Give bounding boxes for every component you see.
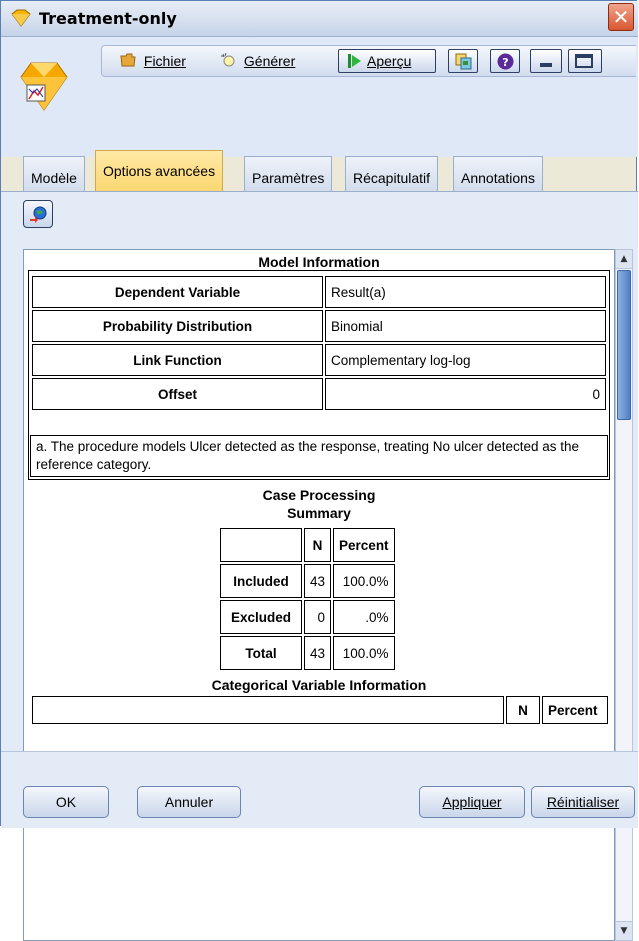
table-row: Excluded 0 .0% xyxy=(220,600,395,634)
model-gem-icon xyxy=(19,59,69,111)
minimize-button[interactable] xyxy=(530,49,562,73)
column-header: N xyxy=(304,528,332,562)
model-nugget-icon xyxy=(11,9,31,27)
apply-button[interactable]: Appliquer xyxy=(419,786,525,818)
model-info-label: Link Function xyxy=(32,344,323,376)
cell-percent: 100.0% xyxy=(333,636,395,670)
column-header: Percent xyxy=(542,696,608,724)
tab-model[interactable]: Modèle xyxy=(23,156,85,192)
tab-summary[interactable]: Récapitulatif xyxy=(345,156,439,192)
maximize-button[interactable] xyxy=(568,49,602,73)
case-processing-title-line2: Summary xyxy=(287,505,351,521)
model-info-value: Complementary log-log xyxy=(325,344,606,376)
tab-advanced-options[interactable]: Options avancées xyxy=(95,150,224,192)
categorical-info-title: Categorical Variable Information xyxy=(211,677,427,693)
model-info-table: Dependent Variable Result(a) Probability… xyxy=(30,274,608,412)
folder-icon xyxy=(120,52,136,71)
row-label: Total xyxy=(220,636,302,670)
tab-parameters[interactable]: Paramètres xyxy=(244,156,333,192)
model-info-label: Dependent Variable xyxy=(32,276,323,308)
case-processing-title-line1: Case Processing xyxy=(262,487,376,503)
header-corner xyxy=(32,696,504,724)
generate-menu-label: Générer xyxy=(243,53,296,69)
table-row: Offset 0 xyxy=(32,378,606,410)
file-menu-label: Fichier xyxy=(143,53,186,69)
cell-n: 43 xyxy=(304,636,332,670)
output-viewer[interactable]: Model Information Dependent Variable Res… xyxy=(23,249,615,941)
ok-button[interactable]: OK xyxy=(23,786,109,818)
scroll-down-arrow-icon[interactable]: ▼ xyxy=(616,921,632,940)
reset-button[interactable]: Réinitialiser xyxy=(531,786,635,818)
categorical-info-table: N Percent xyxy=(30,694,610,726)
window-title: Treatment-only xyxy=(39,9,177,28)
column-header: N xyxy=(506,696,540,724)
scroll-up-arrow-icon[interactable]: ▲ xyxy=(616,250,632,269)
cancel-button[interactable]: Annuler xyxy=(137,786,241,818)
cell-n: 0 xyxy=(304,600,332,634)
table-row: Dependent Variable Result(a) xyxy=(32,276,606,308)
minimize-icon xyxy=(540,63,552,67)
preview-button-label: Aperçu xyxy=(367,53,412,69)
toolbar: Fichier Générer Aperçu ? xyxy=(101,45,636,77)
model-info-footnote: a. The procedure models Ulcer detected a… xyxy=(30,435,608,477)
model-info-title: Model Information xyxy=(258,254,380,270)
tab-annotations[interactable]: Annotations xyxy=(453,156,543,192)
model-info-label: Probability Distribution xyxy=(32,310,323,342)
launch-output-button[interactable] xyxy=(23,200,53,228)
cell-percent: 100.0% xyxy=(333,564,395,598)
row-label: Excluded xyxy=(220,600,302,634)
table-row: Link Function Complementary log-log xyxy=(32,344,606,376)
help-icon: ? xyxy=(497,53,514,74)
table-row: Total 43 100.0% xyxy=(220,636,395,670)
generate-menu[interactable]: Générer xyxy=(220,52,295,71)
help-button[interactable]: ? xyxy=(490,49,520,73)
dialog-footer: OK Annuler Appliquer Réinitialiser xyxy=(1,751,638,828)
globe-icon xyxy=(29,205,47,227)
scroll-thumb[interactable] xyxy=(617,270,631,420)
cell-percent: .0% xyxy=(333,600,395,634)
file-menu[interactable]: Fichier xyxy=(120,52,186,71)
maximize-icon xyxy=(575,54,593,68)
play-icon xyxy=(348,54,362,72)
copy-button[interactable] xyxy=(448,49,478,73)
row-label: Included xyxy=(220,564,302,598)
header-area: Fichier Générer Aperçu ? xyxy=(1,37,638,157)
model-info-value: Binomial xyxy=(325,310,606,342)
title-bar[interactable]: Treatment-only ✕ xyxy=(1,1,638,37)
case-processing-title: Case Processing Summary xyxy=(24,486,614,522)
table-row: Probability Distribution Binomial xyxy=(32,310,606,342)
model-info-label: Offset xyxy=(32,378,323,410)
copy-icon xyxy=(455,53,472,74)
case-processing-table: N Percent Included 43 100.0% Excluded 0 … xyxy=(218,526,397,672)
close-button[interactable]: ✕ xyxy=(608,3,634,31)
table-row: Included 43 100.0% xyxy=(220,564,395,598)
preview-button[interactable]: Aperçu xyxy=(338,49,436,73)
header-corner xyxy=(220,528,302,562)
model-info-value: Result(a) xyxy=(325,276,606,308)
model-info-value: 0 xyxy=(325,378,606,410)
column-header: Percent xyxy=(333,528,395,562)
output-scrollbar[interactable]: ▲ ▼ xyxy=(615,249,633,941)
dialog-window: Treatment-only ✕ Fichier Générer Aperçu … xyxy=(0,0,638,941)
cell-n: 43 xyxy=(304,564,332,598)
svg-text:?: ? xyxy=(502,56,508,69)
table-row: N Percent xyxy=(32,696,608,724)
sparkle-icon xyxy=(220,52,236,71)
table-row: N Percent xyxy=(220,528,395,562)
tab-strip: Modèle Options avancées Paramètres Récap… xyxy=(1,150,638,192)
